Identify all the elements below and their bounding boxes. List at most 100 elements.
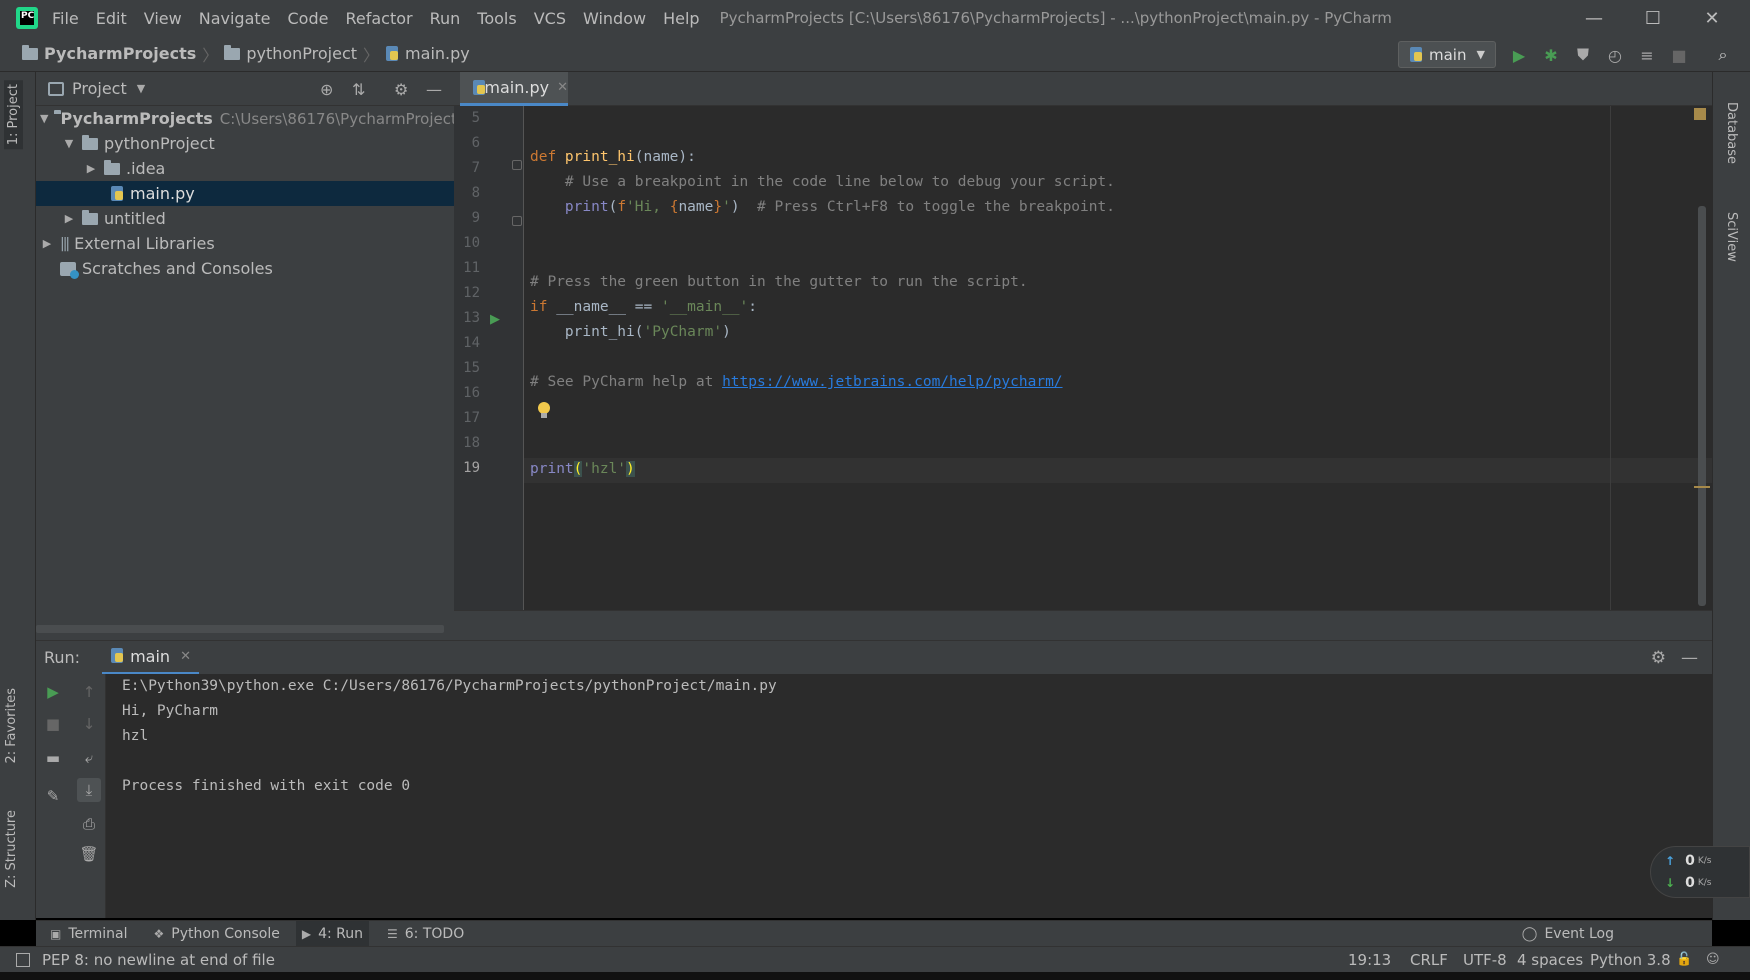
soft-wrap-icon[interactable]: ⤶ <box>77 746 101 770</box>
maximize-button[interactable]: ☐ <box>1624 0 1682 36</box>
tree-item-idea[interactable]: ▶ .idea <box>36 156 454 181</box>
line-separator[interactable]: CRLF <box>1410 951 1448 969</box>
stop-icon[interactable]: ■ <box>41 712 65 736</box>
menu-window[interactable]: Window <box>583 9 646 28</box>
stop-icon[interactable]: ■ <box>1668 44 1690 66</box>
menu-file[interactable]: File <box>52 9 79 28</box>
scroll-to-end-icon[interactable]: ⤓ <box>77 778 101 802</box>
toggle-tool-windows-icon[interactable] <box>16 953 30 967</box>
indent-setting[interactable]: 4 spaces <box>1517 951 1583 969</box>
concurrency-icon[interactable]: ≡ <box>1636 44 1658 66</box>
menu-run[interactable]: Run <box>430 9 461 28</box>
trash-icon[interactable]: 🗑 <box>77 842 101 866</box>
database-tool-tab[interactable]: Database <box>1724 102 1739 164</box>
fold-marker-icon[interactable] <box>512 160 522 170</box>
scroll-up-icon[interactable]: ↑ <box>77 680 101 704</box>
run-configuration-select[interactable]: main ▼ <box>1398 41 1496 68</box>
vertical-scrollbar[interactable] <box>1698 206 1706 606</box>
collapsed-arrow-icon[interactable]: ▶ <box>62 212 76 225</box>
tree-item-main-py[interactable]: main.py <box>36 181 454 206</box>
expanded-arrow-icon[interactable]: ▼ <box>62 137 76 150</box>
python-interpreter[interactable]: Python 3.8 <box>1590 951 1671 969</box>
gutter-run-icon[interactable]: ▶ <box>490 312 500 327</box>
collapsed-arrow-icon[interactable]: ▶ <box>40 237 54 250</box>
breadcrumb-separator: 〉 <box>202 45 219 65</box>
search-icon[interactable]: ⌕ <box>1712 44 1734 66</box>
close-icon[interactable]: ✕ <box>557 80 568 95</box>
favorites-tool-tab[interactable]: 2: Favorites <box>4 688 19 764</box>
breadcrumb-root[interactable]: PycharmProjects <box>22 44 196 63</box>
minimize-button[interactable]: — <box>1565 0 1623 36</box>
layout-icon[interactable]: ▬ <box>41 746 65 770</box>
project-tool-tab[interactable]: 1: Project <box>4 80 23 150</box>
file-encoding[interactable]: UTF-8 <box>1463 951 1507 969</box>
hide-panel-icon[interactable]: — <box>1681 648 1698 668</box>
menu-edit[interactable]: Edit <box>96 9 127 28</box>
line-number: 5 <box>471 110 480 126</box>
lock-icon[interactable]: 🔓 <box>1676 952 1692 967</box>
close-icon[interactable]: ✕ <box>180 649 191 664</box>
pin-icon[interactable]: ✎ <box>41 784 65 808</box>
rerun-icon[interactable]: ▶ <box>41 680 65 704</box>
tab-terminal[interactable]: ▣ Terminal <box>50 926 128 942</box>
folder-icon <box>82 209 98 225</box>
menu-view[interactable]: View <box>144 9 182 28</box>
gear-icon[interactable]: ⚙ <box>394 80 408 99</box>
breadcrumb-file[interactable]: main.py <box>385 44 470 63</box>
coverage-icon[interactable]: ⛊ <box>1572 44 1594 66</box>
collapsed-arrow-icon[interactable]: ▶ <box>84 162 98 175</box>
menu-vcs[interactable]: VCS <box>534 9 566 28</box>
tree-item-pycharmprojects[interactable]: ▼ PycharmProjects C:\Users\86176\Pycharm… <box>36 106 465 131</box>
scroll-down-icon[interactable]: ↓ <box>77 712 101 736</box>
menu-refactor[interactable]: Refactor <box>345 9 412 28</box>
structure-tool-tab[interactable]: Z: Structure <box>4 810 19 888</box>
code-editor[interactable]: def print_hi(name): # Use a breakpoint i… <box>524 106 1712 610</box>
chevron-down-icon[interactable]: ▼ <box>137 82 145 95</box>
left-tool-stripe: 1: Project 2: Favorites Z: Structure <box>0 72 36 920</box>
tree-item-external-libraries[interactable]: ▶ ||| External Libraries <box>36 231 454 256</box>
python-file-icon <box>472 79 486 96</box>
collapse-all-icon[interactable]: ⇅ <box>352 80 365 99</box>
sciview-tool-tab[interactable]: SciView <box>1724 212 1739 262</box>
tree-item-label: External Libraries <box>74 234 215 253</box>
project-view-selector[interactable]: Project <box>72 79 127 98</box>
help-link[interactable]: https://www.jetbrains.com/help/pycharm/ <box>722 374 1062 390</box>
event-log-button[interactable]: ◯ Event Log <box>1522 926 1614 942</box>
tab-python-console[interactable]: ❖ Python Console <box>154 926 280 942</box>
error-stripe-marker[interactable] <box>1694 486 1710 488</box>
inspector-icon[interactable]: ☺ <box>1706 952 1720 967</box>
run-tab-main[interactable]: main ✕ <box>102 641 199 675</box>
tree-item-scratches[interactable]: Scratches and Consoles <box>36 256 454 281</box>
gear-icon[interactable]: ⚙ <box>1651 648 1666 668</box>
navigation-bar: PycharmProjects 〉 pythonProject 〉 main.p… <box>0 36 1750 72</box>
caret-position[interactable]: 19:13 <box>1348 951 1391 969</box>
locate-icon[interactable]: ⊕ <box>320 80 333 99</box>
tab-main-py[interactable]: main.py ✕ <box>460 72 568 106</box>
fold-marker-icon[interactable] <box>512 216 522 226</box>
menu-help[interactable]: Help <box>663 9 699 28</box>
menu-code[interactable]: Code <box>288 9 329 28</box>
tree-item-untitled[interactable]: ▶ untitled <box>36 206 454 231</box>
breadcrumb-project[interactable]: pythonProject <box>224 44 357 63</box>
code-line-8: # Use a breakpoint in the code line belo… <box>530 174 1115 190</box>
scratch-icon <box>60 261 79 279</box>
python-file-icon <box>385 45 400 62</box>
tab-todo[interactable]: ☰ 6: TODO <box>387 926 464 942</box>
debug-icon[interactable]: ✱ <box>1540 44 1562 66</box>
profile-icon[interactable]: ◴ <box>1604 44 1626 66</box>
menu-navigate[interactable]: Navigate <box>199 9 271 28</box>
current-line-highlight <box>524 458 1712 483</box>
python-console-icon: ❖ <box>153 926 165 941</box>
print-icon[interactable]: ⎙ <box>77 812 101 836</box>
menu-tools[interactable]: Tools <box>477 9 516 28</box>
inspection-status-icon[interactable] <box>1694 108 1706 120</box>
run-icon[interactable]: ▶ <box>1508 44 1530 66</box>
hide-panel-icon[interactable]: — <box>426 80 442 99</box>
horizontal-scrollbar[interactable] <box>36 625 444 633</box>
tab-run[interactable]: ▶ 4: Run <box>295 920 369 947</box>
close-window-button[interactable]: ✕ <box>1683 0 1741 36</box>
tree-item-pythonproject[interactable]: ▼ pythonProject <box>36 131 454 156</box>
project-panel-header: Project ▼ ⊕ ⇅ ⚙ — <box>36 72 454 106</box>
console-output[interactable]: E:\Python39\python.exe C:/Users/86176/Py… <box>106 674 1712 918</box>
expanded-arrow-icon[interactable]: ▼ <box>40 112 48 125</box>
